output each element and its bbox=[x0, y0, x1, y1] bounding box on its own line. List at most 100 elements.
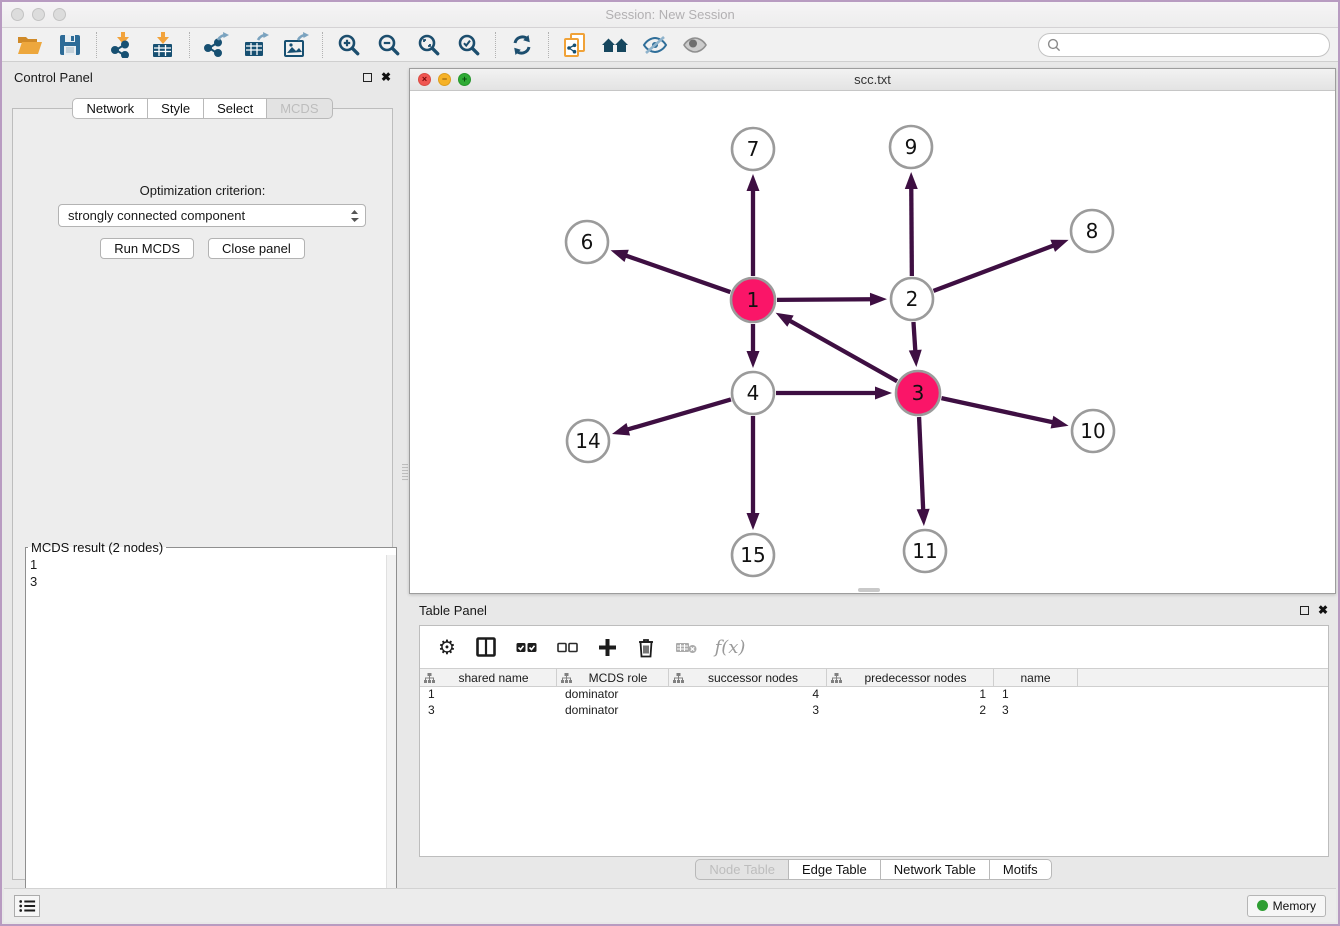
graph-edge-2-3[interactable] bbox=[913, 322, 915, 352]
tab-mcds[interactable]: MCDS bbox=[266, 98, 332, 119]
graph-edge-arrowhead bbox=[1051, 416, 1069, 429]
tab-edge-table[interactable]: Edge Table bbox=[788, 859, 881, 880]
table-cell[interactable]: 1 bbox=[420, 687, 557, 703]
tab-network-table[interactable]: Network Table bbox=[880, 859, 990, 880]
close-table-panel-icon[interactable]: ✖ bbox=[1318, 605, 1328, 615]
network-graph[interactable]: 7968124314101511 bbox=[410, 91, 1335, 593]
tab-node-table[interactable]: Node Table bbox=[695, 859, 789, 880]
open-session-button[interactable] bbox=[10, 30, 50, 60]
graph-edge-2-8[interactable] bbox=[934, 245, 1055, 291]
tab-network[interactable]: Network bbox=[72, 98, 148, 119]
graph-edge-1-6[interactable] bbox=[625, 255, 731, 292]
table-cell[interactable]: 1 bbox=[827, 687, 994, 703]
attribute-tree-icon bbox=[561, 673, 572, 683]
table-cell[interactable]: 2 bbox=[827, 703, 994, 719]
gear-icon: ⚙ bbox=[438, 635, 456, 660]
column-header-MCDS-role[interactable]: MCDS role bbox=[557, 669, 669, 686]
network-window-titlebar[interactable]: × − + scc.txt bbox=[410, 69, 1335, 91]
zoom-selected-button[interactable] bbox=[449, 30, 489, 60]
delete-table-button[interactable] bbox=[672, 632, 700, 662]
deselect-all-button[interactable] bbox=[553, 632, 581, 662]
column-header-predecessor-nodes[interactable]: predecessor nodes bbox=[827, 669, 994, 686]
show-button[interactable] bbox=[675, 30, 715, 60]
table-cell[interactable]: 3 bbox=[994, 703, 1078, 719]
criterion-select[interactable]: strongly connected component bbox=[58, 204, 366, 227]
save-session-button[interactable] bbox=[50, 30, 90, 60]
show-columns-button[interactable] bbox=[473, 632, 499, 662]
eye-slash-icon bbox=[642, 34, 668, 56]
run-mcds-button[interactable]: Run MCDS bbox=[100, 238, 194, 259]
table-toolbar: ⚙ bbox=[420, 626, 1328, 668]
float-panel-icon[interactable] bbox=[363, 73, 372, 82]
graph-edge-2-9[interactable] bbox=[911, 187, 912, 276]
result-scrollbar[interactable] bbox=[386, 555, 396, 914]
function-builder-button[interactable]: f(x) bbox=[713, 632, 747, 662]
graph-edge-arrowhead bbox=[1050, 240, 1068, 252]
graph-edge-3-10[interactable] bbox=[941, 398, 1053, 422]
close-panel-icon[interactable]: ✖ bbox=[381, 72, 391, 82]
network-canvas[interactable]: 7968124314101511 bbox=[410, 91, 1335, 593]
mcds-result-line: 3 bbox=[30, 573, 392, 590]
column-header-successor-nodes[interactable]: successor nodes bbox=[669, 669, 827, 686]
window-title: Session: New Session bbox=[2, 7, 1338, 22]
mcds-result-box: MCDS result (2 nodes) 13 bbox=[25, 540, 397, 915]
delete-column-button[interactable] bbox=[633, 632, 659, 662]
home-layout-button[interactable] bbox=[595, 30, 635, 60]
table-settings-button[interactable]: ⚙ bbox=[434, 632, 460, 662]
network-minimize-button[interactable]: − bbox=[438, 73, 451, 86]
memory-status-icon bbox=[1257, 900, 1268, 911]
graph-node-label: 2 bbox=[906, 287, 919, 311]
table-panel-title: Table Panel bbox=[419, 603, 487, 618]
graph-edge-3-11[interactable] bbox=[919, 417, 923, 511]
column-header-shared-name[interactable]: shared name bbox=[420, 669, 557, 686]
table-cell[interactable]: dominator bbox=[557, 703, 669, 719]
tab-select[interactable]: Select bbox=[203, 98, 267, 119]
graph-edge-1-2[interactable] bbox=[777, 299, 872, 300]
graph-edge-arrowhead bbox=[747, 174, 760, 191]
table-cell[interactable]: 4 bbox=[669, 687, 827, 703]
trash-icon bbox=[636, 637, 656, 658]
table-cell[interactable]: 3 bbox=[669, 703, 827, 719]
tab-motifs[interactable]: Motifs bbox=[989, 859, 1052, 880]
network-zoom-button[interactable]: + bbox=[458, 73, 471, 86]
export-network-button[interactable] bbox=[196, 30, 236, 60]
toolbar-separator bbox=[322, 32, 323, 58]
attribute-tree-icon bbox=[673, 673, 684, 683]
graph-edge-4-14[interactable] bbox=[626, 399, 731, 429]
export-image-button[interactable] bbox=[276, 30, 316, 60]
memory-button[interactable]: Memory bbox=[1247, 895, 1326, 917]
network-hscroll-thumb[interactable] bbox=[858, 588, 880, 592]
import-network-button[interactable] bbox=[103, 30, 143, 60]
search-icon bbox=[1047, 38, 1061, 52]
column-header-name[interactable]: name bbox=[994, 669, 1078, 686]
task-history-button[interactable] bbox=[14, 895, 40, 917]
zoom-fit-button[interactable] bbox=[409, 30, 449, 60]
zoom-in-button[interactable] bbox=[329, 30, 369, 60]
refresh-icon bbox=[510, 33, 534, 57]
import-table-icon bbox=[150, 32, 176, 58]
table-cell[interactable]: dominator bbox=[557, 687, 669, 703]
close-panel-button[interactable]: Close panel bbox=[208, 238, 305, 259]
search-box[interactable] bbox=[1038, 33, 1330, 57]
select-all-button[interactable] bbox=[512, 632, 540, 662]
table-cell[interactable]: 1 bbox=[994, 687, 1078, 703]
zoom-out-button[interactable] bbox=[369, 30, 409, 60]
network-close-button[interactable]: × bbox=[418, 73, 431, 86]
float-table-panel-icon[interactable] bbox=[1300, 606, 1309, 615]
table-row[interactable]: 1dominator411 bbox=[420, 687, 1328, 703]
table-row[interactable]: 3dominator323 bbox=[420, 703, 1328, 719]
export-table-button[interactable] bbox=[236, 30, 276, 60]
graph-edge-3-1[interactable] bbox=[789, 320, 897, 381]
tab-style[interactable]: Style bbox=[147, 98, 204, 119]
add-column-button[interactable] bbox=[594, 632, 620, 662]
table-cell[interactable]: 3 bbox=[420, 703, 557, 719]
search-input[interactable] bbox=[1066, 37, 1321, 52]
hide-button[interactable] bbox=[635, 30, 675, 60]
refresh-button[interactable] bbox=[502, 30, 542, 60]
network-window-title: scc.txt bbox=[410, 72, 1335, 87]
panel-splitter-handle[interactable] bbox=[402, 464, 408, 481]
import-table-button[interactable] bbox=[143, 30, 183, 60]
clone-network-button[interactable] bbox=[555, 30, 595, 60]
columns-icon bbox=[476, 637, 496, 657]
optimization-criterion-label: Optimization criterion: bbox=[13, 183, 392, 198]
